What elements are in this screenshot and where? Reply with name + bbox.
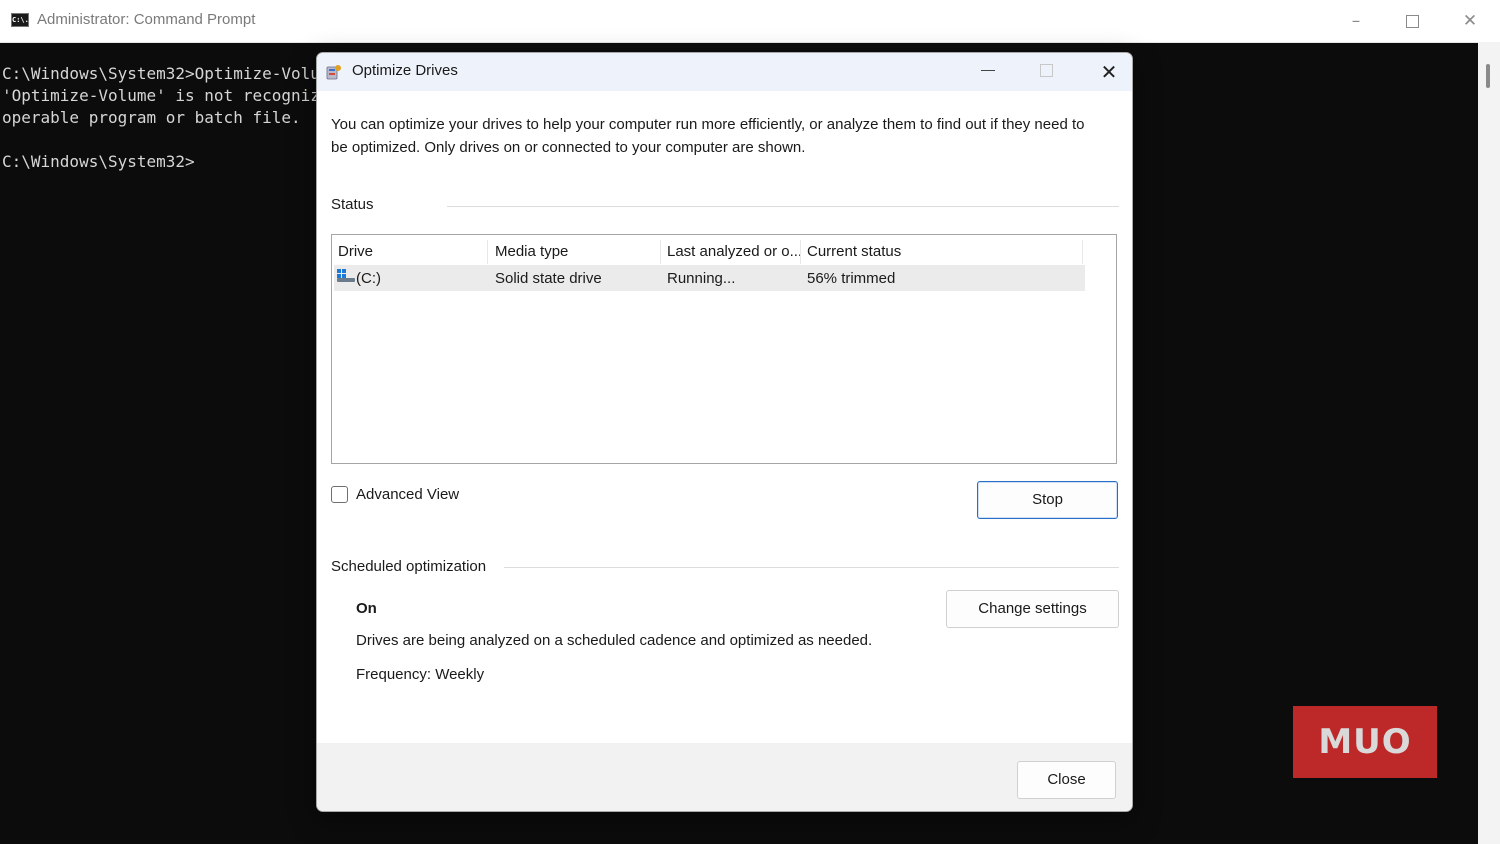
schedule-description: Drives are being analyzed on a scheduled… bbox=[356, 632, 873, 649]
change-settings-button[interactable]: Change settings bbox=[946, 590, 1119, 628]
status-section-label: Status bbox=[331, 196, 374, 213]
status-divider bbox=[447, 206, 1119, 207]
cmd-line: C:\Windows\System32>Optimize-Volume bbox=[2, 64, 340, 83]
scheduled-optimization-label: Scheduled optimization bbox=[331, 558, 487, 575]
cmd-minimize-button[interactable]: – bbox=[1343, 8, 1369, 34]
advanced-view-checkbox[interactable] bbox=[331, 486, 348, 503]
cmd-line bbox=[2, 129, 339, 151]
column-header-last-analyzed[interactable]: Last analyzed or o... bbox=[667, 243, 802, 260]
cmd-line: 'Optimize-Volume' is not recognized bbox=[2, 86, 340, 105]
cmd-close-button[interactable]: ✕ bbox=[1457, 8, 1483, 34]
dialog-titlebar[interactable]: Optimize Drives ✕ bbox=[317, 53, 1132, 91]
cmd-maximize-button[interactable] bbox=[1399, 8, 1425, 34]
dialog-close-button[interactable]: ✕ bbox=[1094, 57, 1124, 87]
drive-row[interactable]: (C:) Solid state drive Running... 56% tr… bbox=[334, 265, 1085, 291]
cmd-line: operable program or batch file. bbox=[2, 108, 301, 127]
cmd-window-title: Administrator: Command Prompt bbox=[37, 11, 256, 28]
maximize-icon bbox=[1405, 14, 1419, 28]
advanced-view-label[interactable]: Advanced View bbox=[356, 486, 459, 503]
optimize-drives-app-icon bbox=[326, 65, 341, 80]
schedule-frequency: Frequency: Weekly bbox=[356, 666, 485, 683]
dialog-footer bbox=[317, 743, 1132, 811]
column-separator[interactable] bbox=[800, 240, 801, 264]
scheduled-divider bbox=[504, 567, 1119, 568]
stop-button[interactable]: Stop bbox=[977, 481, 1118, 519]
cmd-titlebar[interactable]: C:\. Administrator: Command Prompt – ✕ bbox=[0, 0, 1500, 43]
cell-last-analyzed: Running... bbox=[667, 270, 736, 287]
drive-list[interactable]: Drive Media type Last analyzed or o... C… bbox=[331, 234, 1117, 464]
column-separator[interactable] bbox=[1082, 240, 1083, 264]
column-header-media-type[interactable]: Media type bbox=[495, 243, 568, 260]
close-button[interactable]: Close bbox=[1017, 761, 1116, 799]
column-separator[interactable] bbox=[487, 240, 488, 264]
schedule-state: On bbox=[356, 600, 377, 617]
dialog-title: Optimize Drives bbox=[352, 62, 458, 79]
cell-current-status: 56% trimmed bbox=[807, 270, 896, 287]
optimize-drives-dialog: Optimize Drives ✕ You can optimize your … bbox=[316, 52, 1133, 812]
drive-icon bbox=[337, 269, 355, 282]
column-header-current-status[interactable]: Current status bbox=[807, 243, 901, 260]
cmd-scrollbar-thumb[interactable] bbox=[1486, 64, 1490, 88]
cmd-app-icon: C:\. bbox=[11, 13, 29, 27]
dialog-description: You can optimize your drives to help you… bbox=[331, 116, 1085, 156]
cmd-console-output[interactable]: C:\Windows\System32>Optimize-Volume 'Opti… bbox=[2, 63, 339, 173]
column-separator[interactable] bbox=[660, 240, 661, 264]
muo-watermark-logo: MUO bbox=[1293, 706, 1437, 778]
dialog-minimize-button[interactable] bbox=[981, 70, 995, 71]
cell-drive: (C:) bbox=[356, 270, 381, 287]
cell-media-type: Solid state drive bbox=[495, 270, 602, 287]
dialog-maximize-button bbox=[1040, 64, 1053, 77]
column-header-drive[interactable]: Drive bbox=[338, 243, 373, 260]
cmd-scrollbar[interactable] bbox=[1478, 42, 1500, 844]
cmd-prompt-line: C:\Windows\System32> bbox=[2, 152, 195, 171]
